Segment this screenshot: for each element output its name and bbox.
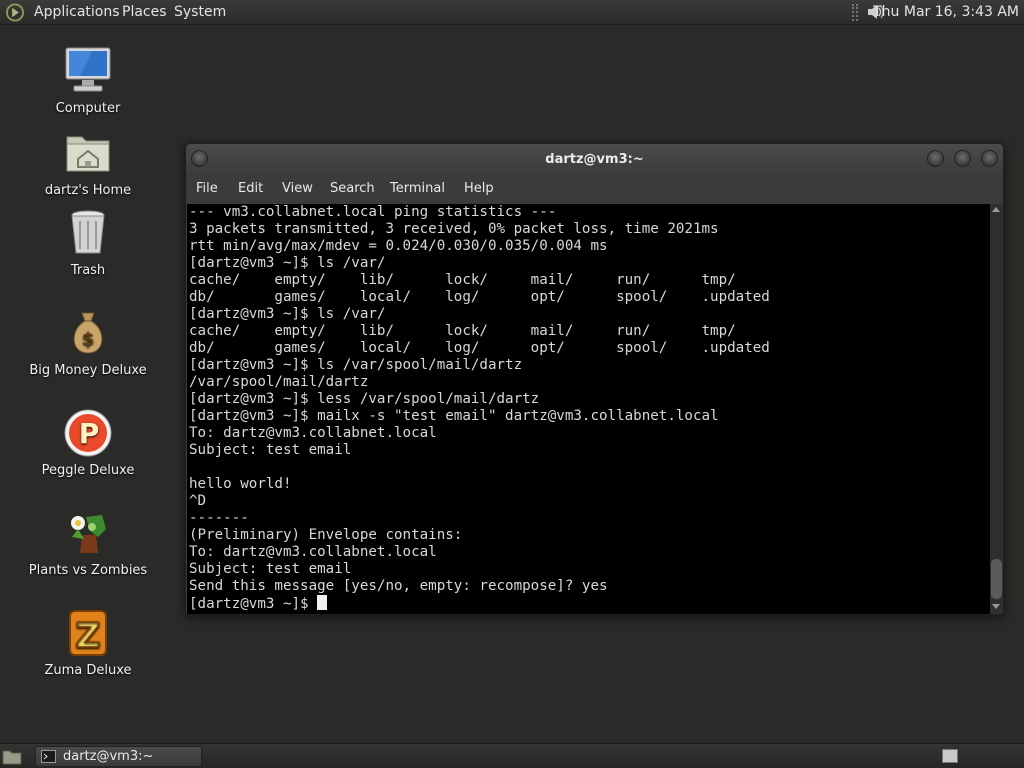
terminal-line: 3 packets transmitted, 3 received, 0% pa…: [189, 221, 719, 237]
terminal-line: cache/ empty/ lib/ lock/ mail/ run/ tmp/: [189, 272, 736, 288]
terminal-line: /var/spool/mail/dartz: [189, 374, 369, 390]
gnome-foot-icon[interactable]: [5, 3, 25, 22]
peggle-icon: P: [64, 409, 112, 457]
terminal-line: --- vm3.collabnet.local ping statistics …: [189, 204, 557, 220]
terminal-output[interactable]: --- vm3.collabnet.local ping statistics …: [187, 204, 990, 614]
clock[interactable]: Thu Mar 16, 3:43 AM: [873, 4, 1019, 20]
desktop-icon-label: Big Money Deluxe: [29, 363, 147, 378]
top-panel: Applications Places System Thu Mar 16, 3…: [0, 0, 1024, 25]
desktop-icon-label: Zuma Deluxe: [44, 663, 132, 678]
minimize-button[interactable]: [927, 150, 944, 167]
terminal-line: [dartz@vm3 ~]$ ls /var/: [189, 255, 386, 271]
svg-text:$: $: [82, 329, 95, 350]
desktop-icon-label: dartz's Home: [44, 183, 132, 198]
terminal-line: hello world!: [189, 476, 292, 492]
menu-help[interactable]: Help: [464, 181, 494, 196]
terminal-line: [dartz@vm3 ~]$ less /var/spool/mail/dart…: [189, 391, 540, 407]
window-menubar: File Edit View Search Terminal Help: [186, 175, 1003, 203]
terminal-line: ^D: [189, 493, 207, 509]
desktop-icon-label: Trash: [70, 263, 106, 278]
trash-icon: [71, 210, 105, 254]
svg-text:P: P: [79, 417, 100, 450]
scroll-up-arrow-icon[interactable]: [992, 207, 1000, 212]
menu-file[interactable]: File: [196, 181, 218, 196]
scroll-down-arrow-icon[interactable]: [992, 604, 1000, 609]
menu-system[interactable]: System: [174, 4, 226, 20]
terminal-line: Subject: test email: [189, 561, 352, 577]
terminal-line: To: dartz@vm3.collabnet.local: [189, 425, 437, 441]
window-title: dartz@vm3:~: [545, 152, 644, 167]
menu-terminal[interactable]: Terminal: [390, 181, 445, 196]
bottom-panel: dartz@vm3:~: [0, 743, 1024, 768]
svg-text:Z: Z: [76, 616, 101, 656]
menu-view[interactable]: View: [282, 181, 313, 196]
desktop-icon-plants-vs-zombies[interactable]: Plants vs Zombies: [18, 507, 158, 578]
scroll-thumb[interactable]: [991, 559, 1002, 599]
show-desktop-icon[interactable]: [2, 747, 22, 765]
desktop-icon-zuma[interactable]: Z Zuma Deluxe: [18, 607, 158, 678]
plants-vs-zombies-icon: [71, 515, 106, 553]
terminal-lines: --- vm3.collabnet.local ping statistics …: [189, 204, 990, 595]
terminal-line: db/ games/ local/ log/ opt/ spool/ .upda…: [189, 289, 770, 305]
terminal-line: (Preliminary) Envelope contains:: [189, 527, 463, 543]
desktop-icon-home[interactable]: dartz's Home: [18, 127, 158, 198]
window-titlebar[interactable]: dartz@vm3:~: [186, 144, 1003, 175]
taskbar-button-terminal[interactable]: dartz@vm3:~: [35, 746, 202, 767]
terminal-icon: [41, 750, 56, 763]
text-cursor: [317, 595, 328, 610]
terminal-line: [dartz@vm3 ~]$ mailx -s "test email" dar…: [189, 408, 719, 424]
desktop-icon-trash[interactable]: Trash: [18, 207, 158, 278]
terminal-line: Send this message [yes/no, empty: recomp…: [189, 578, 608, 594]
taskbar-button-label: dartz@vm3:~: [63, 749, 154, 764]
terminal-line: db/ games/ local/ log/ opt/ spool/ .upda…: [189, 340, 770, 356]
home-folder-icon: [66, 136, 110, 172]
maximize-button[interactable]: [954, 150, 971, 167]
close-button[interactable]: [981, 150, 998, 167]
terminal-line: rtt min/avg/max/mdev = 0.024/0.030/0.035…: [189, 238, 608, 254]
panel-drag-handle[interactable]: [852, 4, 858, 21]
menu-applications[interactable]: Applications: [34, 4, 120, 20]
terminal-line: To: dartz@vm3.collabnet.local: [189, 544, 437, 560]
terminal-window: dartz@vm3:~ File Edit View Search Termin…: [185, 143, 1004, 615]
vertical-scrollbar[interactable]: [990, 204, 1003, 614]
zuma-icon: Z: [69, 610, 107, 657]
terminal-line: Subject: test email: [189, 442, 352, 458]
money-bag-icon: $: [73, 312, 103, 354]
terminal-line: [dartz@vm3 ~]$ ls /var/spool/mail/dartz: [189, 357, 523, 373]
desktop-icon-label: Computer: [55, 101, 121, 116]
terminal-line: cache/ empty/ lib/ lock/ mail/ run/ tmp/: [189, 323, 736, 339]
computer-icon: [65, 47, 111, 92]
terminal-line: [dartz@vm3 ~]$ ls /var/: [189, 306, 386, 322]
workspace-switcher[interactable]: [942, 749, 958, 763]
terminal-prompt: [dartz@vm3 ~]$: [189, 596, 318, 612]
menu-edit[interactable]: Edit: [238, 181, 263, 196]
desktop-icon-peggle[interactable]: P Peggle Deluxe: [18, 407, 158, 478]
desktop-icon-big-money[interactable]: $ Big Money Deluxe: [18, 307, 158, 378]
desktop-icon-label: Plants vs Zombies: [28, 563, 148, 578]
terminal-prompt-line: [dartz@vm3 ~]$: [189, 595, 990, 612]
menu-search[interactable]: Search: [330, 181, 375, 196]
menu-places[interactable]: Places: [122, 4, 167, 20]
window-menu-button[interactable]: [191, 150, 208, 167]
desktop-icon-computer[interactable]: Computer: [18, 45, 158, 116]
desktop-icon-label: Peggle Deluxe: [41, 463, 135, 478]
terminal-line: -------: [189, 510, 249, 526]
